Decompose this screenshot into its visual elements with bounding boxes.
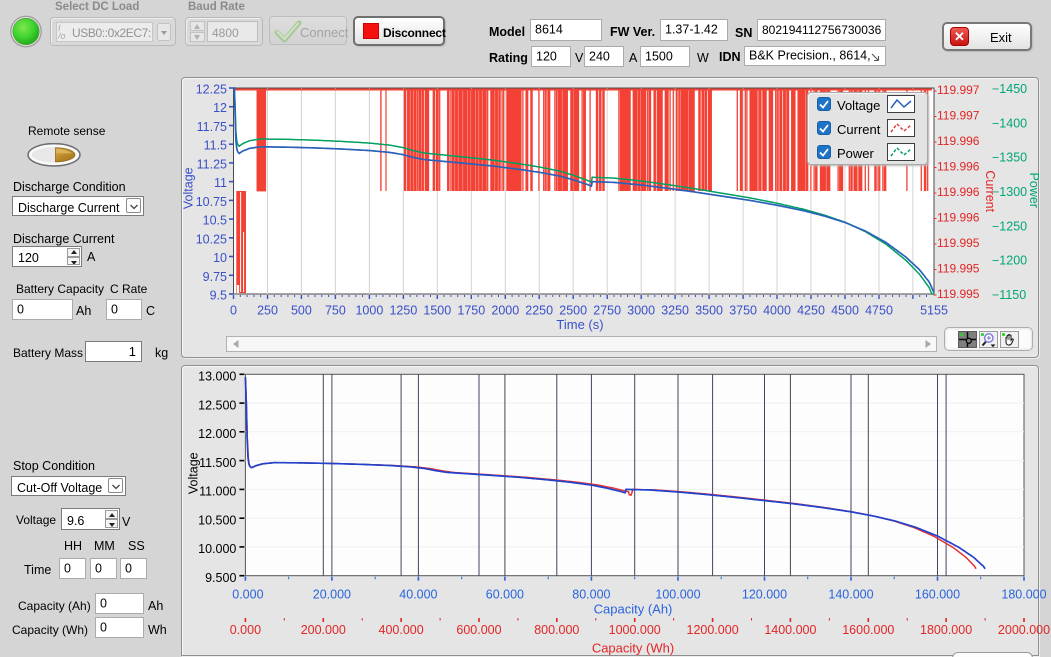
- svg-text:4250: 4250: [797, 304, 825, 318]
- svg-text:9.75: 9.75: [203, 270, 227, 284]
- svg-text:10.5: 10.5: [203, 214, 227, 228]
- svg-text:80.000: 80.000: [572, 588, 610, 602]
- svg-text:1000.000: 1000.000: [609, 623, 661, 637]
- svg-text:-119.996: -119.996: [933, 160, 980, 174]
- svg-text:4500: 4500: [831, 304, 859, 318]
- svg-text:1750: 1750: [457, 304, 485, 318]
- svg-text:11.75: 11.75: [197, 120, 227, 134]
- svg-text:−1350: −1350: [992, 151, 1027, 165]
- svg-text:140.000: 140.000: [828, 588, 873, 602]
- svg-text:9.5: 9.5: [210, 289, 227, 303]
- svg-text:10.500: 10.500: [198, 514, 236, 528]
- svg-text:11.25: 11.25: [197, 157, 227, 171]
- svg-text:120.000: 120.000: [742, 588, 787, 602]
- svg-text:10.000: 10.000: [198, 542, 236, 556]
- svg-text:11: 11: [214, 176, 227, 190]
- svg-text:−1300: −1300: [992, 185, 1027, 199]
- svg-text:1400.000: 1400.000: [764, 623, 816, 637]
- svg-text:2500: 2500: [559, 304, 587, 318]
- svg-text:4000: 4000: [763, 304, 791, 318]
- svg-text:Time (s): Time (s): [556, 317, 603, 332]
- svg-text:250: 250: [257, 304, 278, 318]
- svg-text:11.500: 11.500: [199, 456, 236, 470]
- svg-text:3500: 3500: [695, 304, 723, 318]
- svg-text:100.000: 100.000: [655, 588, 700, 602]
- svg-text:1800.000: 1800.000: [920, 623, 972, 637]
- svg-text:2000.000: 2000.000: [998, 623, 1050, 637]
- svg-text:3250: 3250: [661, 304, 689, 318]
- svg-text:−1400: −1400: [992, 116, 1027, 130]
- svg-text:1200.000: 1200.000: [687, 623, 739, 637]
- svg-text:1000: 1000: [355, 304, 383, 318]
- svg-text:−1250: −1250: [992, 219, 1027, 233]
- svg-text:0.000: 0.000: [230, 623, 261, 637]
- svg-text:4750: 4750: [865, 304, 893, 318]
- svg-text:750: 750: [325, 304, 346, 318]
- svg-text:11.5: 11.5: [204, 139, 227, 153]
- svg-text:12: 12: [213, 101, 227, 115]
- svg-text:Capacity (Wh): Capacity (Wh): [592, 641, 674, 656]
- svg-text:12.500: 12.500: [198, 398, 236, 412]
- svg-text:40.000: 40.000: [399, 588, 437, 602]
- svg-text:2750: 2750: [593, 304, 621, 318]
- svg-text:160.000: 160.000: [915, 588, 960, 602]
- svg-text:20.000: 20.000: [313, 588, 351, 602]
- svg-text:-119.995: -119.995: [933, 236, 980, 250]
- svg-text:9.500: 9.500: [205, 571, 236, 585]
- svg-text:60.000: 60.000: [486, 588, 524, 602]
- svg-text:−1150: −1150: [992, 288, 1026, 302]
- svg-text:10.75: 10.75: [196, 195, 227, 209]
- svg-text:−1200: −1200: [992, 254, 1027, 268]
- svg-text:2000: 2000: [491, 304, 519, 318]
- svg-text:12.000: 12.000: [198, 427, 236, 441]
- svg-text:Capacity (Ah): Capacity (Ah): [594, 602, 673, 617]
- svg-text:2250: 2250: [525, 304, 553, 318]
- svg-text:5155: 5155: [920, 304, 948, 318]
- svg-text:180.000: 180.000: [1001, 588, 1046, 602]
- svg-text:400.000: 400.000: [379, 623, 424, 637]
- svg-text:0.000: 0.000: [232, 588, 263, 602]
- svg-text:11.000: 11.000: [199, 485, 236, 499]
- svg-text:-119.996: -119.996: [933, 211, 980, 225]
- svg-text:1250: 1250: [389, 304, 417, 318]
- svg-text:200.000: 200.000: [301, 623, 346, 637]
- svg-text:500: 500: [291, 304, 312, 318]
- svg-text:-119.995: -119.995: [933, 262, 980, 276]
- svg-text:10: 10: [213, 251, 227, 265]
- svg-text:-119.997: -119.997: [933, 83, 980, 97]
- svg-text:600.000: 600.000: [456, 623, 501, 637]
- svg-text:1500: 1500: [423, 304, 451, 318]
- svg-text:13.000: 13.000: [198, 370, 236, 384]
- svg-text:12.25: 12.25: [196, 83, 227, 97]
- svg-text:0: 0: [230, 304, 237, 318]
- svg-text:3000: 3000: [627, 304, 655, 318]
- svg-text:-119.996: -119.996: [933, 134, 980, 148]
- svg-text:1600.000: 1600.000: [842, 623, 894, 637]
- svg-text:−1450: −1450: [992, 82, 1027, 96]
- svg-text:-119.997: -119.997: [933, 109, 980, 123]
- svg-text:-119.995: -119.995: [933, 287, 980, 301]
- svg-text:10.25: 10.25: [196, 232, 227, 246]
- svg-text:3750: 3750: [729, 304, 757, 318]
- svg-text:-119.996: -119.996: [933, 185, 980, 199]
- svg-text:800.000: 800.000: [534, 623, 579, 637]
